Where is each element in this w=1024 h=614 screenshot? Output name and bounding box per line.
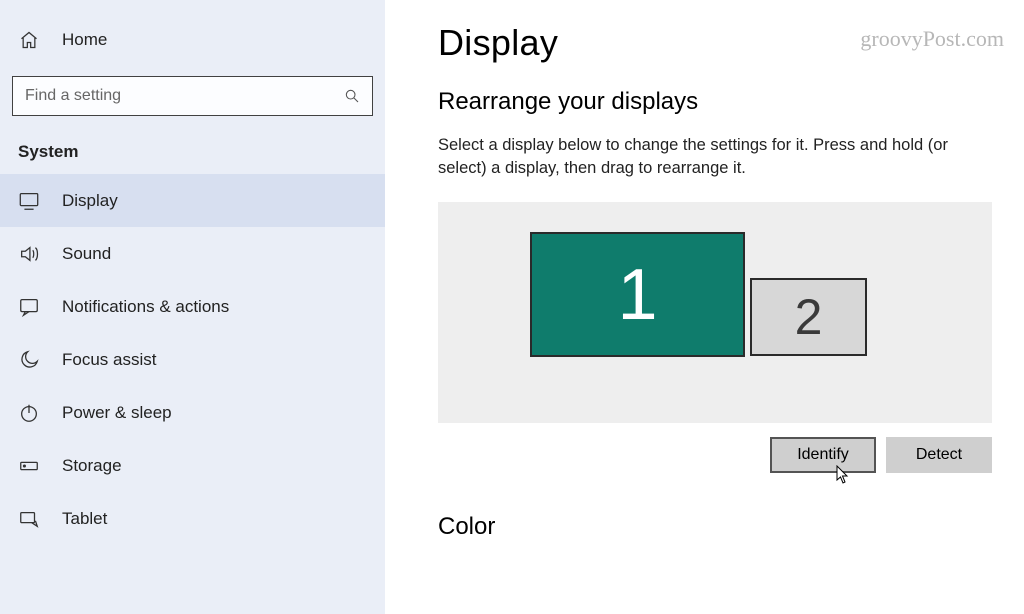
- cursor-icon: [836, 465, 850, 485]
- storage-icon: [18, 455, 40, 477]
- display-icon: [18, 190, 40, 212]
- notifications-icon: [18, 296, 40, 318]
- search-input[interactable]: Find a setting: [12, 76, 373, 116]
- display-button-row: Identify Detect: [438, 437, 992, 473]
- sidebar-item-label: Focus assist: [62, 350, 156, 370]
- search-placeholder: Find a setting: [25, 87, 121, 105]
- sidebar-item-sound[interactable]: Sound: [0, 227, 385, 280]
- focus-assist-icon: [18, 349, 40, 371]
- rearrange-heading: Rearrange your displays: [438, 88, 1004, 116]
- home-icon: [18, 29, 40, 51]
- search-icon: [344, 88, 360, 104]
- sidebar-item-focus-assist[interactable]: Focus assist: [0, 333, 385, 386]
- detect-button-label: Detect: [916, 446, 962, 464]
- monitor-2[interactable]: 2: [750, 278, 867, 356]
- sidebar-item-label: Display: [62, 191, 118, 211]
- sidebar-item-notifications[interactable]: Notifications & actions: [0, 280, 385, 333]
- color-heading: Color: [438, 513, 1004, 541]
- settings-sidebar: Home Find a setting System Display: [0, 0, 386, 614]
- sidebar-item-label: Sound: [62, 244, 111, 264]
- sidebar-item-display[interactable]: Display: [0, 174, 385, 227]
- identify-button-label: Identify: [797, 446, 849, 464]
- tablet-icon: [18, 508, 40, 530]
- sound-icon: [18, 243, 40, 265]
- sidebar-nav: Display Sound Notifications & actions: [0, 174, 385, 545]
- home-label: Home: [62, 30, 107, 50]
- rearrange-description: Select a display below to change the set…: [438, 134, 998, 180]
- power-icon: [18, 402, 40, 424]
- watermark: groovyPost.com: [860, 26, 1004, 52]
- sidebar-item-power-sleep[interactable]: Power & sleep: [0, 386, 385, 439]
- main-content: Display groovyPost.com Rearrange your di…: [386, 0, 1024, 614]
- sidebar-item-tablet[interactable]: Tablet: [0, 492, 385, 545]
- home-link[interactable]: Home: [0, 18, 385, 62]
- sidebar-section-title: System: [0, 116, 385, 174]
- monitor-1[interactable]: 1: [530, 232, 745, 357]
- identify-button[interactable]: Identify: [770, 437, 876, 473]
- sidebar-item-storage[interactable]: Storage: [0, 439, 385, 492]
- display-arrangement-canvas[interactable]: 1 2: [438, 202, 992, 423]
- sidebar-item-label: Notifications & actions: [62, 297, 229, 317]
- detect-button[interactable]: Detect: [886, 437, 992, 473]
- sidebar-item-label: Power & sleep: [62, 403, 172, 423]
- sidebar-item-label: Tablet: [62, 509, 107, 529]
- sidebar-item-label: Storage: [62, 456, 122, 476]
